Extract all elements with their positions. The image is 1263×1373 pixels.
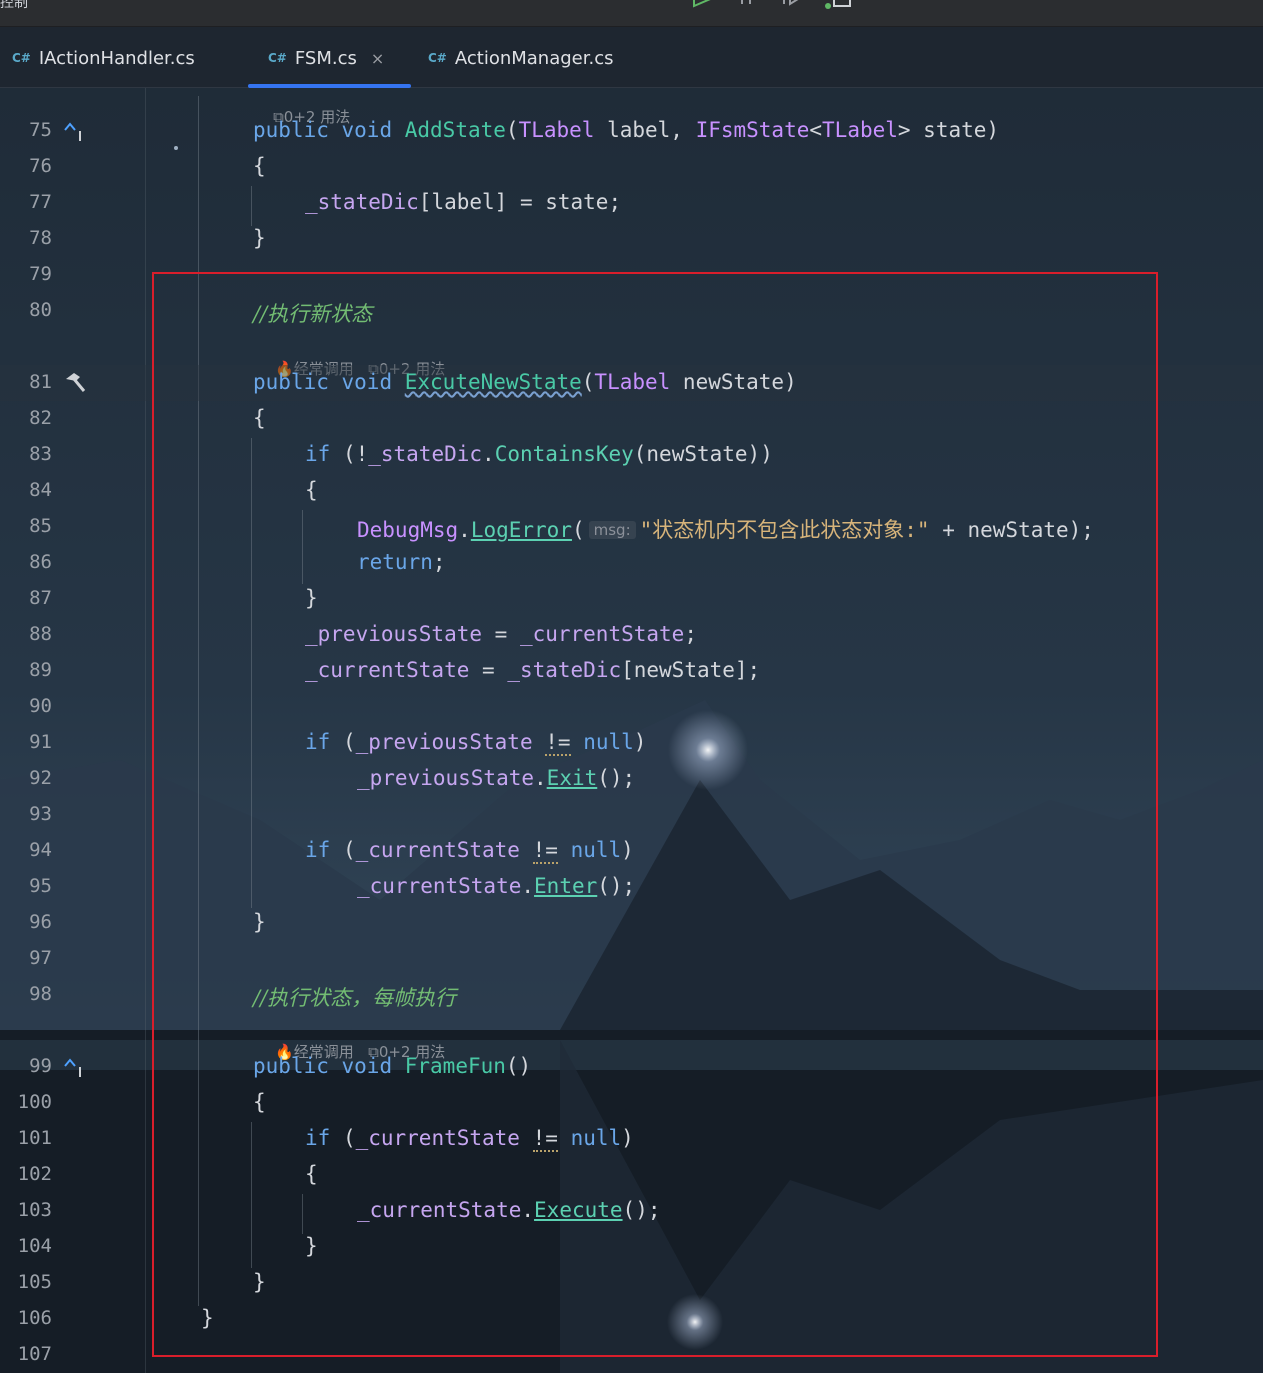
annotation-highlight-box [152, 272, 1158, 1357]
tab-iactionhandler[interactable]: C# IActionHandler.cs [12, 43, 195, 73]
tab-fsm[interactable]: C# FSM.cs × [268, 43, 384, 73]
title-bar: 控制 [0, 0, 1263, 27]
step-icon[interactable] [780, 0, 804, 12]
csharp-file-icon: C# [12, 51, 31, 65]
code-line-77[interactable]: 77 _stateDic[label] = state; [0, 185, 1263, 221]
hammer-icon[interactable] [62, 371, 88, 395]
editor-tabs: C# IActionHandler.cs C# FSM.cs × C# Acti… [0, 27, 1263, 88]
implements-gutter-icon[interactable] [62, 1057, 86, 1079]
code-text: public void AddState(TLabel label, IFsmS… [253, 118, 1000, 142]
code-line-76[interactable]: 76 { [0, 149, 1263, 185]
implements-gutter-icon[interactable] [62, 121, 86, 143]
close-tab-icon[interactable]: × [371, 49, 384, 68]
code-line-78[interactable]: 78 } [0, 221, 1263, 257]
tab-label: FSM.cs [294, 47, 357, 69]
csharp-file-icon: C# [428, 51, 447, 65]
tab-label: IActionHandler.cs [38, 47, 195, 69]
tab-actionmanager[interactable]: C# ActionManager.cs [428, 43, 614, 73]
tab-label: ActionManager.cs [454, 47, 614, 69]
debug-icon[interactable] [738, 0, 762, 12]
window-title: 控制 [0, 0, 28, 11]
code-line-75[interactable]: 75 public void AddState(TLabel label, IF… [0, 113, 1263, 149]
run-icon[interactable] [690, 0, 714, 12]
profiler-icon[interactable] [822, 0, 856, 14]
csharp-file-icon: C# [268, 51, 287, 65]
